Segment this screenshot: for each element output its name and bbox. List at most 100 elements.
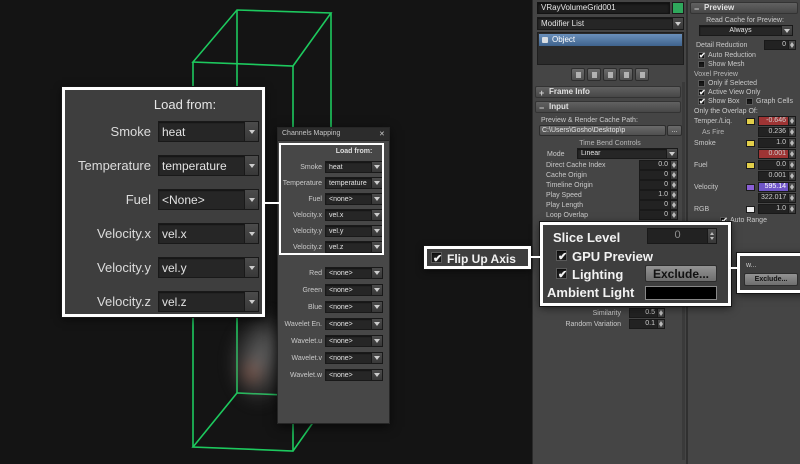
- spinner-arrows[interactable]: [671, 160, 678, 170]
- make-unique-button[interactable]: [603, 68, 617, 81]
- smoke-channel-dropdown[interactable]: heat: [158, 121, 259, 142]
- spinner-value[interactable]: 0.1: [629, 319, 658, 329]
- spinner-value[interactable]: 0.236: [758, 127, 789, 137]
- spinner-value[interactable]: 0.0: [758, 160, 789, 170]
- active-view-only-checkbox[interactable]: [698, 89, 705, 96]
- channel-map-dropdown[interactable]: heat: [325, 161, 383, 173]
- spinner-arrows[interactable]: [671, 180, 678, 190]
- fuel-channel-dropdown[interactable]: <None>: [158, 189, 259, 210]
- exclude-button-small[interactable]: Exclude...: [744, 273, 798, 286]
- channel-map-dropdown[interactable]: <none>: [325, 301, 383, 313]
- channel-map-dropdown[interactable]: <none>: [325, 193, 383, 205]
- spinner-value[interactable]: 0.001: [758, 149, 789, 159]
- spinner-arrows[interactable]: [789, 193, 796, 203]
- channel-map-dropdown[interactable]: vel.y: [325, 225, 383, 237]
- cache-path-button[interactable]: C:\Users\Gosho\Desktop\p: [539, 125, 666, 136]
- modifier-list-dropdown[interactable]: Modifier List: [537, 17, 684, 30]
- remove-modifier-button[interactable]: [619, 68, 633, 81]
- spinner-arrows[interactable]: [671, 170, 678, 180]
- channel-map-dropdown[interactable]: <none>: [325, 267, 383, 279]
- spinner-arrows[interactable]: [671, 210, 678, 220]
- spinner-value[interactable]: 1.0: [639, 190, 671, 200]
- spinner-value[interactable]: 0: [639, 210, 671, 220]
- only-if-selected-checkbox[interactable]: [698, 80, 705, 87]
- spinner-arrows[interactable]: [658, 319, 665, 329]
- browse-button[interactable]: ...: [667, 125, 682, 136]
- object-color-swatch[interactable]: [672, 2, 684, 14]
- spinner-arrows[interactable]: [789, 204, 796, 214]
- channel-map-dropdown[interactable]: vel.x: [325, 209, 383, 221]
- cache-origin-spinner[interactable]: 0: [639, 170, 678, 180]
- spinner-value[interactable]: 0: [639, 170, 671, 180]
- rollout-preview[interactable]: Preview: [690, 2, 798, 14]
- read-cache-dropdown[interactable]: Always: [699, 25, 793, 36]
- channel-range-spinner[interactable]: 0.236: [758, 127, 796, 137]
- exclude-button[interactable]: Exclude...: [645, 265, 717, 282]
- channels-mapping-dialog[interactable]: Channels Mapping ✕ Load from: Smoke heat…: [277, 127, 390, 424]
- mode-dropdown[interactable]: Linear: [577, 148, 678, 159]
- configure-modifier-sets-button[interactable]: [635, 68, 649, 81]
- velocity-z-channel-dropdown[interactable]: vel.z: [158, 291, 259, 312]
- slice-level-spinner[interactable]: 0: [647, 228, 717, 244]
- spinner-arrows[interactable]: [658, 308, 665, 318]
- spinner-arrows[interactable]: [671, 190, 678, 200]
- similarity-spinner[interactable]: 0.5: [629, 308, 665, 318]
- channel-color-swatch[interactable]: [746, 206, 755, 213]
- spinner-value[interactable]: 1.0: [758, 204, 789, 214]
- rollout-frame-info[interactable]: Frame Info: [535, 86, 681, 98]
- channel-map-dropdown[interactable]: vel.z: [325, 241, 383, 253]
- loop-overlap-spinner[interactable]: 0: [639, 210, 678, 220]
- random-variation-spinner[interactable]: 0.1: [629, 319, 665, 329]
- play-length-spinner[interactable]: 0: [639, 200, 678, 210]
- play-speed-spinner[interactable]: 1.0: [639, 190, 678, 200]
- graph-cells-checkbox[interactable]: [746, 98, 753, 105]
- channel-range-spinner[interactable]: 595.14: [758, 182, 796, 192]
- spinner-arrows[interactable]: [789, 182, 796, 192]
- channel-map-dropdown[interactable]: temperature: [325, 177, 383, 189]
- flip-up-axis-checkbox[interactable]: [431, 252, 442, 263]
- timeline-origin-spinner[interactable]: 0: [639, 180, 678, 190]
- pin-stack-button[interactable]: [571, 68, 585, 81]
- spinner-value[interactable]: 0: [647, 228, 708, 244]
- channel-range-spinner[interactable]: 1.0: [758, 138, 796, 148]
- channel-range-spinner[interactable]: -0.646: [758, 116, 796, 126]
- spinner-arrows[interactable]: [789, 116, 796, 126]
- show-end-result-button[interactable]: [587, 68, 601, 81]
- spinner-arrows[interactable]: [708, 228, 717, 244]
- channel-map-dropdown[interactable]: <none>: [325, 284, 383, 296]
- spinner-value[interactable]: 1.0: [758, 138, 789, 148]
- spinner-arrows[interactable]: [789, 171, 796, 181]
- channel-range-spinner[interactable]: 0.0: [758, 160, 796, 170]
- velocity-y-channel-dropdown[interactable]: vel.y: [158, 257, 259, 278]
- spinner-value[interactable]: 0: [639, 180, 671, 190]
- spinner-value[interactable]: 0.5: [629, 308, 658, 318]
- channel-map-dropdown[interactable]: <none>: [325, 369, 383, 381]
- spinner-value[interactable]: -0.646: [758, 116, 789, 126]
- channel-color-swatch[interactable]: [746, 162, 755, 169]
- direct-cache-index-spinner[interactable]: 0.0: [639, 160, 678, 170]
- gpu-preview-checkbox[interactable]: [556, 250, 567, 261]
- channel-range-spinner[interactable]: 0.001: [758, 149, 796, 159]
- channel-color-swatch[interactable]: [746, 140, 755, 147]
- channel-color-swatch[interactable]: [746, 184, 755, 191]
- lighting-checkbox[interactable]: [556, 268, 567, 279]
- stack-item-object[interactable]: Object: [539, 34, 682, 46]
- spinner-arrows[interactable]: [789, 127, 796, 137]
- channel-map-dropdown[interactable]: <none>: [325, 335, 383, 347]
- rollout-input[interactable]: Input: [535, 101, 681, 113]
- channel-range-spinner[interactable]: 1.0: [758, 204, 796, 214]
- spinner-arrows[interactable]: [789, 160, 796, 170]
- show-box-checkbox[interactable]: [698, 98, 705, 105]
- ambient-light-swatch[interactable]: [645, 286, 717, 300]
- velocity-x-channel-dropdown[interactable]: vel.x: [158, 223, 259, 244]
- object-name-field[interactable]: VRayVolumeGrid001: [537, 2, 670, 14]
- channel-color-swatch[interactable]: [746, 118, 755, 125]
- detail-reduction-spinner[interactable]: 0: [764, 40, 796, 50]
- show-mesh-checkbox[interactable]: [698, 61, 705, 68]
- spinner-value[interactable]: 595.14: [758, 182, 789, 192]
- channel-range-spinner[interactable]: 322.017: [758, 193, 796, 203]
- spinner-arrows[interactable]: [789, 40, 796, 50]
- spinner-value[interactable]: 0: [639, 200, 671, 210]
- spinner-value[interactable]: 0: [764, 40, 789, 50]
- temperature-channel-dropdown[interactable]: temperature: [158, 155, 259, 176]
